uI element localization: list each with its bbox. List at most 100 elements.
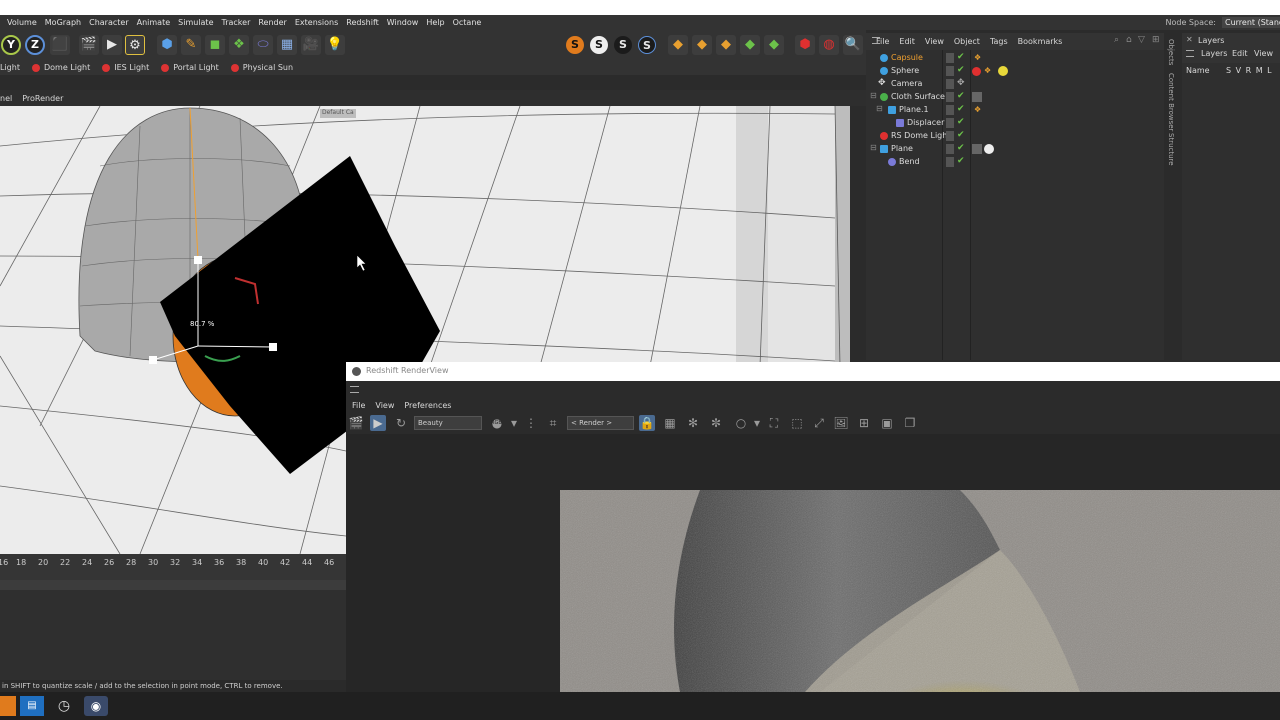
om-menu-bookmarks[interactable]: Bookmarks <box>1018 37 1063 46</box>
aov-dropdown[interactable]: Beauty <box>414 416 482 430</box>
rv-menu-view[interactable]: View <box>375 401 394 410</box>
menu-mograph[interactable]: MoGraph <box>37 18 81 27</box>
snowflake-icon[interactable]: ✻ <box>685 415 701 431</box>
object-row-displacer[interactable]: Displacer ✔ <box>866 117 1164 130</box>
render-picture-viewer-icon[interactable]: ▶ <box>102 35 122 55</box>
viewport-tab-panel[interactable]: nel <box>0 94 12 103</box>
enabled-check-icon[interactable]: ✔ <box>957 156 965 166</box>
enabled-check-icon[interactable]: ✔ <box>957 143 965 153</box>
grid-icon[interactable]: ⋮ <box>523 415 539 431</box>
side-tab-structure[interactable]: Structure <box>1167 133 1175 166</box>
fit-frame-icon[interactable]: ⛶ <box>766 415 782 431</box>
coordinate-system-icon[interactable]: ⬛ <box>50 35 70 55</box>
enabled-check-icon[interactable]: ✔ <box>957 104 965 114</box>
collapse-icon[interactable]: ⊟ <box>870 143 877 152</box>
enabled-check-icon[interactable]: ✔ <box>957 117 965 127</box>
redshift-s-orange-icon[interactable]: S <box>566 36 584 54</box>
visibility-toggle[interactable] <box>946 157 954 167</box>
bucket-grid-icon[interactable]: ▦ <box>662 415 678 431</box>
redshift-proxy-icon[interactable]: ◍ <box>819 35 839 55</box>
redshift-render-icon[interactable]: S <box>614 36 632 54</box>
subdivision-icon[interactable]: ◼ <box>205 35 225 55</box>
clapper-icon[interactable]: 🎬 <box>348 415 364 431</box>
snapshot-icon[interactable]: 🖼 <box>833 415 849 431</box>
collapse-icon[interactable]: ⊟ <box>870 91 877 100</box>
circle-icon[interactable]: ○ <box>733 415 749 431</box>
visibility-toggle[interactable] <box>946 92 954 102</box>
start-render-icon[interactable]: ▶ <box>370 415 386 431</box>
menu-redshift[interactable]: Redshift <box>338 18 378 27</box>
cloth-tag-icon[interactable]: ❖ <box>974 53 981 62</box>
enabled-check-icon[interactable]: ✔ <box>957 130 965 140</box>
redshift-ipr-icon[interactable]: S <box>638 36 656 54</box>
enabled-check-icon[interactable]: ✔ <box>957 52 965 62</box>
render-view-icon[interactable]: 🎬 <box>79 35 99 55</box>
hamburger-icon[interactable] <box>350 386 359 393</box>
menu-volume[interactable]: Volume <box>0 18 37 27</box>
cloth-tag-5-icon[interactable]: ◆ <box>764 35 784 55</box>
node-space-dropdown[interactable]: Current (Standard <box>1222 17 1280 28</box>
cloth-tag-2-icon[interactable]: ◆ <box>692 35 712 55</box>
redshift-search-icon[interactable]: 🔍 <box>843 35 863 55</box>
cube-icon[interactable]: ⬢ <box>157 35 177 55</box>
layers-menu-edit[interactable]: Edit <box>1232 49 1248 58</box>
side-tab-objects[interactable]: Objects <box>1167 39 1175 65</box>
timeline[interactable]: 16 18 20 22 24 26 28 30 32 34 36 38 40 4… <box>0 554 346 580</box>
deformer-icon[interactable]: ⬭ <box>253 35 273 55</box>
visibility-toggle[interactable] <box>946 53 954 63</box>
cloner-icon[interactable]: ❖ <box>229 35 249 55</box>
taskbar-app-icon[interactable]: ▤ <box>20 696 44 716</box>
hamburger-icon[interactable] <box>872 37 880 44</box>
object-row-capsule[interactable]: Capsule ✔ ❖ <box>866 52 1164 65</box>
object-row-sphere[interactable]: Sphere ✔ ❖ <box>866 65 1164 78</box>
object-row-plane[interactable]: ⊟ Plane ✔ <box>866 143 1164 156</box>
redshift-s-white-icon[interactable]: S <box>590 36 608 54</box>
refresh-icon[interactable]: ↻ <box>393 415 409 431</box>
pen-icon[interactable]: ✎ <box>181 35 201 55</box>
cloth-tag-icon[interactable]: ◆ <box>668 35 688 55</box>
cloth-tag-icon[interactable]: ❖ <box>984 66 991 75</box>
cloth-tag-4-icon[interactable]: ◆ <box>740 35 760 55</box>
copy-icon[interactable]: ❐ <box>902 415 918 431</box>
render-settings-icon[interactable]: ⚙ <box>125 35 145 55</box>
search-icon[interactable]: ⌕ <box>1114 35 1119 45</box>
side-tab-content-browser[interactable]: Content Browser <box>1167 73 1175 131</box>
object-row-bend[interactable]: Bend ✔ <box>866 156 1164 169</box>
material-tag-icon[interactable] <box>984 144 994 154</box>
layers-menu-view[interactable]: View <box>1254 49 1273 58</box>
cinema4d-taskbar-icon[interactable]: ◉ <box>84 696 108 716</box>
redshift-object-icon[interactable]: ⬢ <box>795 35 815 55</box>
om-menu-object[interactable]: Object <box>954 37 980 46</box>
new-window-icon[interactable]: ⊞ <box>1152 35 1160 45</box>
crop-icon[interactable]: ⌗ <box>545 415 561 431</box>
cloth-tag-icon[interactable]: ❖ <box>974 105 981 114</box>
light-button[interactable]: Light <box>0 63 20 72</box>
rv-menu-preferences[interactable]: Preferences <box>404 401 451 410</box>
menu-character[interactable]: Character <box>81 18 129 27</box>
visibility-toggle[interactable] <box>946 144 954 154</box>
app-icon[interactable] <box>0 696 16 716</box>
menu-extensions[interactable]: Extensions <box>287 18 338 27</box>
menu-help[interactable]: Help <box>418 18 444 27</box>
visibility-toggle[interactable] <box>946 105 954 115</box>
physical-sun-button[interactable]: Physical Sun <box>230 63 293 72</box>
object-row-cloth-surface[interactable]: ⊟ Cloth Surface ✔ <box>866 91 1164 104</box>
snowflake-2-icon[interactable]: ✼ <box>708 415 724 431</box>
light-icon[interactable]: 💡 <box>325 35 345 55</box>
menu-render[interactable]: Render <box>250 18 286 27</box>
menu-window[interactable]: Window <box>379 18 419 27</box>
timeline-range-bar[interactable] <box>0 580 346 590</box>
visibility-toggle[interactable] <box>946 79 954 89</box>
renderview-canvas[interactable] <box>346 434 1280 692</box>
enabled-toggle[interactable]: ✥ <box>957 78 965 88</box>
axis-y-lock-icon[interactable]: Y <box>1 35 21 55</box>
om-menu-tags[interactable]: Tags <box>990 37 1008 46</box>
rv-menu-file[interactable]: File <box>352 401 365 410</box>
menu-animate[interactable]: Animate <box>129 18 171 27</box>
phong-tag-icon[interactable] <box>972 92 982 102</box>
chevron-down-icon[interactable]: ▾ <box>749 415 765 431</box>
menu-octane[interactable]: Octane <box>445 18 482 27</box>
taskbar-clock-icon[interactable]: ◷ <box>52 696 76 716</box>
visibility-toggle[interactable] <box>946 66 954 76</box>
menu-simulate[interactable]: Simulate <box>170 18 213 27</box>
